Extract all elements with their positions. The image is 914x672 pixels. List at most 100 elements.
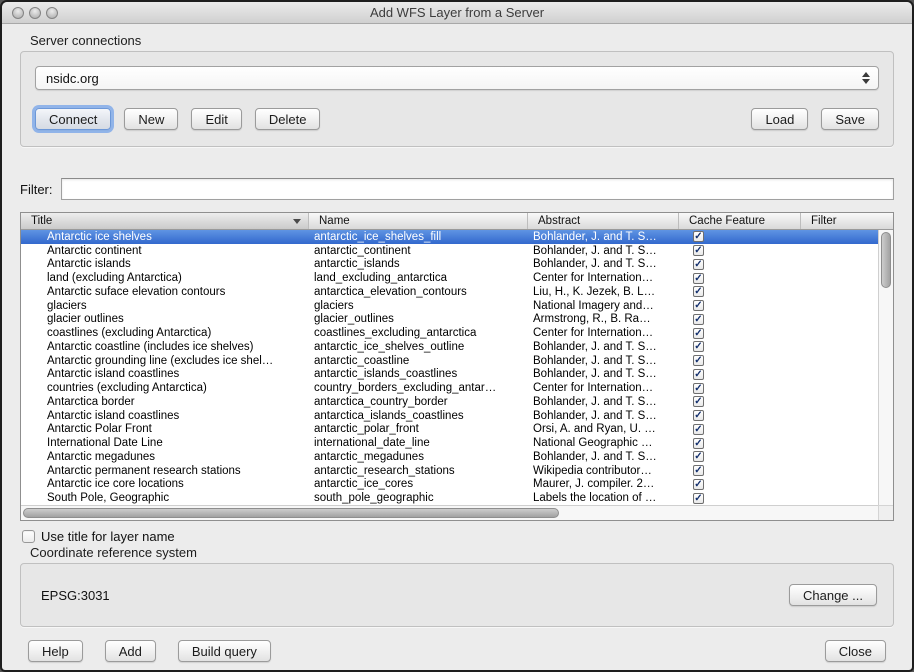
table-row[interactable]: Antarctic island coastlines antarctica_i… [21, 409, 878, 423]
column-header-filter[interactable]: Filter [801, 213, 893, 229]
cache-cell [679, 245, 801, 256]
help-button[interactable]: Help [28, 640, 83, 662]
table-row[interactable]: Antarctic grounding line (excludes ice s… [21, 354, 878, 368]
cache-checkbox[interactable] [693, 369, 704, 380]
window-title: Add WFS Layer from a Server [370, 5, 544, 20]
cache-cell [679, 410, 801, 421]
title-cell: land (excluding Antarctica) [21, 272, 309, 284]
table-row[interactable]: glacier outlines glacier_outlines Armstr… [21, 313, 878, 327]
abstract-cell: Bohlander, J. and T. S… [528, 355, 679, 367]
table-body: Antarctic ice shelves antarctic_ice_shel… [21, 230, 878, 505]
save-button[interactable]: Save [821, 108, 879, 130]
table-row[interactable]: Antarctic megadunes antarctic_megadunes … [21, 450, 878, 464]
abstract-cell: National Imagery and… [528, 300, 679, 312]
load-button[interactable]: Load [751, 108, 808, 130]
table-row[interactable]: glaciers glaciers National Imagery and… [21, 299, 878, 313]
table-row[interactable]: International Date Line international_da… [21, 436, 878, 450]
cache-checkbox[interactable] [693, 451, 704, 462]
abstract-cell: Maurer, J. compiler. 2… [528, 478, 679, 490]
crs-group: EPSG:3031 Change ... [20, 563, 894, 627]
vertical-scrollbar[interactable] [878, 230, 893, 505]
cache-checkbox[interactable] [693, 493, 704, 504]
column-header-cache-feature[interactable]: Cache Feature [679, 213, 801, 229]
filter-input[interactable] [61, 178, 895, 200]
column-header-name[interactable]: Name [309, 213, 528, 229]
build-query-button[interactable]: Build query [178, 640, 271, 662]
cache-checkbox[interactable] [693, 479, 704, 490]
add-button[interactable]: Add [105, 640, 156, 662]
table-row[interactable]: Antarctic continent antarctic_continent … [21, 244, 878, 258]
table-row[interactable]: Antarctic ice core locations antarctic_i… [21, 478, 878, 492]
new-button[interactable]: New [124, 108, 178, 130]
column-header-title[interactable]: Title [21, 213, 309, 229]
table-row[interactable]: Antarctic permanent research stations an… [21, 464, 878, 478]
horizontal-scrollbar[interactable] [21, 505, 878, 520]
title-cell: Antarctic permanent research stations [21, 465, 309, 477]
filter-label: Filter: [20, 182, 53, 197]
change-crs-button[interactable]: Change ... [789, 584, 877, 606]
use-title-checkbox[interactable] [22, 530, 35, 543]
cache-checkbox[interactable] [693, 396, 704, 407]
table-row[interactable]: countries (excluding Antarctica) country… [21, 381, 878, 395]
name-cell: glacier_outlines [309, 313, 528, 325]
name-cell: antarctic_ice_shelves_fill [309, 231, 528, 243]
cache-cell [679, 231, 801, 242]
title-cell: Antarctica border [21, 396, 309, 408]
connect-button[interactable]: Connect [35, 108, 111, 130]
connection-select[interactable]: nsidc.org [35, 66, 879, 90]
title-cell: South Pole, Geographic [21, 492, 309, 504]
sort-descending-icon [293, 219, 301, 224]
cache-cell [679, 341, 801, 352]
cache-checkbox[interactable] [693, 355, 704, 366]
zoom-window-button[interactable] [46, 7, 58, 19]
table-row[interactable]: Antarctic Polar Front antarctic_polar_fr… [21, 423, 878, 437]
title-cell: Antarctic island coastlines [21, 410, 309, 422]
vertical-scrollbar-thumb[interactable] [881, 232, 891, 288]
cache-checkbox[interactable] [693, 286, 704, 297]
edit-button[interactable]: Edit [191, 108, 241, 130]
use-title-row: Use title for layer name [22, 529, 894, 544]
cache-checkbox[interactable] [693, 465, 704, 476]
table-row[interactable]: land (excluding Antarctica) land_excludi… [21, 271, 878, 285]
cache-cell [679, 286, 801, 297]
title-cell: Antarctic suface elevation contours [21, 286, 309, 298]
cache-checkbox[interactable] [693, 424, 704, 435]
minimize-window-button[interactable] [29, 7, 41, 19]
title-cell: glaciers [21, 300, 309, 312]
cache-checkbox[interactable] [693, 328, 704, 339]
horizontal-scrollbar-thumb[interactable] [23, 508, 559, 518]
abstract-cell: Armstrong, R., B. Ra… [528, 313, 679, 325]
table-row[interactable]: South Pole, Geographic south_pole_geogra… [21, 491, 878, 505]
table-row[interactable]: Antarctica border antarctica_country_bor… [21, 395, 878, 409]
table-row[interactable]: Antarctic coastline (includes ice shelve… [21, 340, 878, 354]
table-row[interactable]: Antarctic suface elevation contours anta… [21, 285, 878, 299]
delete-button[interactable]: Delete [255, 108, 321, 130]
cache-checkbox[interactable] [693, 273, 704, 284]
close-window-button[interactable] [12, 7, 24, 19]
cache-cell [679, 355, 801, 366]
cache-checkbox[interactable] [693, 259, 704, 270]
cache-cell [679, 424, 801, 435]
footer-buttons: Help Add Build query Close [20, 640, 894, 662]
name-cell: antarctic_ice_shelves_outline [309, 341, 528, 353]
table-row[interactable]: coastlines (excluding Antarctica) coastl… [21, 326, 878, 340]
cache-checkbox[interactable] [693, 438, 704, 449]
name-cell: antarctic_islands_coastlines [309, 368, 528, 380]
cache-checkbox[interactable] [693, 341, 704, 352]
crs-value: EPSG:3031 [41, 588, 110, 603]
table-row[interactable]: Antarctic islands antarctic_islands Bohl… [21, 258, 878, 272]
cache-cell [679, 300, 801, 311]
titlebar[interactable]: Add WFS Layer from a Server [2, 2, 912, 24]
column-header-abstract[interactable]: Abstract [528, 213, 679, 229]
close-button[interactable]: Close [825, 640, 886, 662]
cache-checkbox[interactable] [693, 300, 704, 311]
cache-checkbox[interactable] [693, 245, 704, 256]
cache-checkbox[interactable] [693, 231, 704, 242]
cache-checkbox[interactable] [693, 383, 704, 394]
table-row[interactable]: Antarctic ice shelves antarctic_ice_shel… [21, 230, 878, 244]
crs-group-label: Coordinate reference system [30, 545, 894, 560]
name-cell: country_borders_excluding_antar… [309, 382, 528, 394]
cache-checkbox[interactable] [693, 314, 704, 325]
table-row[interactable]: Antarctic island coastlines antarctic_is… [21, 368, 878, 382]
cache-checkbox[interactable] [693, 410, 704, 421]
